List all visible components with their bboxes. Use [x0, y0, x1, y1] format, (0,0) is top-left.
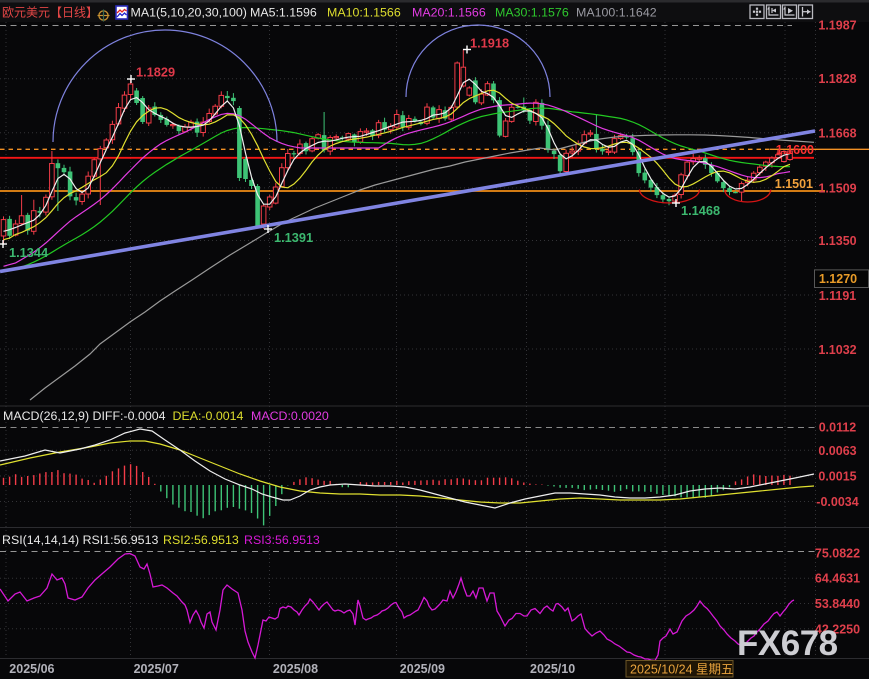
svg-text:RSI(14,14,14) RSI1:56.9513: RSI(14,14,14) RSI1:56.9513	[2, 533, 158, 547]
svg-text:MACD:0.0020: MACD:0.0020	[251, 409, 329, 423]
svg-text:0.0063: 0.0063	[818, 444, 856, 458]
svg-text:MACD(26,12,9) DIFF:-0.0004: MACD(26,12,9) DIFF:-0.0004	[3, 409, 166, 423]
svg-text:RSI2:56.9513: RSI2:56.9513	[163, 533, 239, 547]
svg-text:MA10:1.1566: MA10:1.1566	[327, 6, 401, 20]
svg-text:MA5:1.1596: MA5:1.1596	[250, 6, 317, 20]
svg-text:1.1191: 1.1191	[819, 289, 857, 303]
svg-text:MA30:1.1576: MA30:1.1576	[495, 6, 569, 20]
svg-text:1.1270: 1.1270	[819, 272, 857, 286]
svg-text:64.4631: 64.4631	[815, 572, 860, 586]
svg-text:1.1032: 1.1032	[818, 343, 856, 357]
svg-text:2025/09: 2025/09	[400, 662, 445, 676]
svg-text:2025/10: 2025/10	[530, 662, 575, 676]
svg-text:FX678: FX678	[737, 624, 838, 663]
svg-text:53.8440: 53.8440	[815, 597, 860, 611]
svg-text:1.1668: 1.1668	[818, 126, 856, 140]
svg-text:1.1344: 1.1344	[9, 245, 49, 260]
svg-text:1.1828: 1.1828	[818, 72, 856, 86]
svg-text:2025/08: 2025/08	[273, 662, 318, 676]
svg-text:1.1509: 1.1509	[818, 181, 856, 195]
svg-text:1.1829: 1.1829	[136, 65, 175, 80]
svg-text:2025/06: 2025/06	[9, 662, 54, 676]
svg-text:1.1468: 1.1468	[681, 203, 720, 218]
svg-text:75.0822: 75.0822	[815, 547, 860, 561]
svg-text:1.1501: 1.1501	[775, 177, 813, 191]
svg-text:0.0112: 0.0112	[819, 421, 857, 435]
svg-text:RSI3:56.9513: RSI3:56.9513	[244, 533, 320, 547]
svg-text:2025/10/24 星期五: 2025/10/24 星期五	[630, 663, 734, 677]
svg-text:1.1918: 1.1918	[470, 36, 509, 51]
svg-text:2025/07: 2025/07	[134, 662, 179, 676]
svg-text:1.1391: 1.1391	[274, 230, 313, 245]
svg-text:MA100:1.1642: MA100:1.1642	[576, 6, 657, 20]
svg-text:1.1987: 1.1987	[818, 18, 856, 32]
svg-text:DEA:-0.0014: DEA:-0.0014	[173, 409, 244, 423]
svg-text:欧元美元【日线】: 欧元美元【日线】	[2, 6, 98, 20]
svg-text:-0.0034: -0.0034	[816, 495, 858, 509]
svg-text:1.1600: 1.1600	[776, 143, 814, 157]
svg-text:0.0015: 0.0015	[818, 470, 856, 484]
svg-text:MA20:1.1566: MA20:1.1566	[412, 6, 486, 20]
svg-text:1.1350: 1.1350	[818, 234, 856, 248]
svg-text:MA1(5,10,20,30,100): MA1(5,10,20,30,100)	[131, 6, 247, 20]
